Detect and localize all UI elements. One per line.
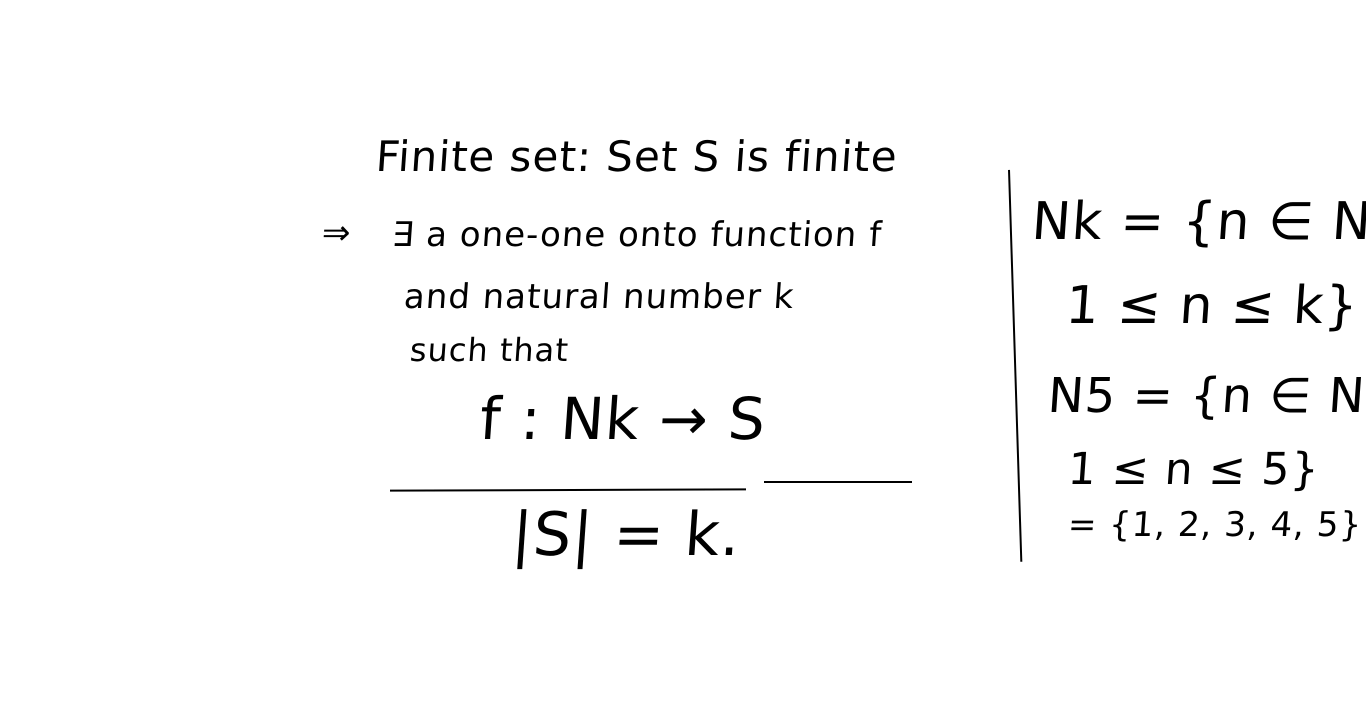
divider-line-left (389, 488, 747, 492)
mapping-expression: f : Nk → S (477, 385, 769, 453)
n5-definition-line2: 1 ≤ n ≤ 5} (1066, 444, 1322, 495)
finite-set-definition-title: Finite set: Set S is finite (374, 132, 900, 181)
implies-symbol: ⇒ (320, 213, 353, 253)
divider-line-right (764, 481, 912, 483)
whiteboard-canvas[interactable]: Finite set: Set S is finite ⇒ ∃ a one-on… (0, 0, 1366, 705)
such-that-line: such that (408, 331, 571, 369)
vertical-separator (1008, 169, 1023, 562)
nk-definition-line1: Nk = {n ∈ N | (1029, 192, 1366, 252)
n5-definition-line1: N5 = {n ∈ N | (1046, 368, 1366, 424)
cardinality-result: |S| = k. (509, 500, 744, 570)
nk-definition-line2: 1 ≤ n ≤ k} (1063, 276, 1361, 336)
n5-set-elements: = {1, 2, 3, 4, 5} (1066, 505, 1364, 545)
natural-number-line: and natural number k (402, 277, 796, 317)
exists-function-line: ∃ a one-one onto function f (390, 215, 884, 255)
